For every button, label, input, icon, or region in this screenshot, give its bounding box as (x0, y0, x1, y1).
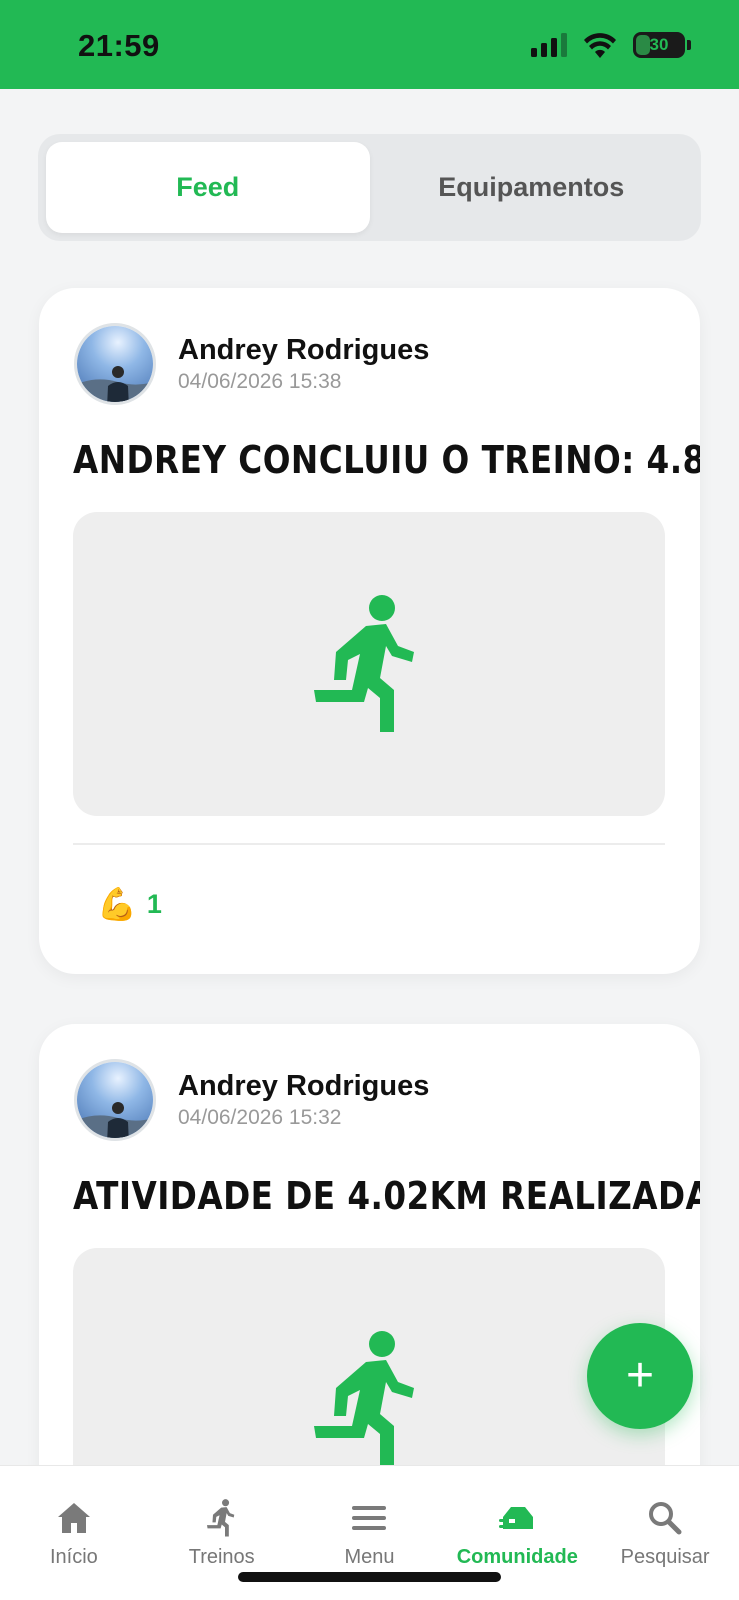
post-media[interactable] (73, 512, 665, 816)
signal-icon (531, 33, 567, 57)
nav-label: Pesquisar (620, 1546, 710, 1568)
wifi-icon (584, 33, 616, 58)
post-title: ATIVIDADE DE 4.02KM REALIZADA. (73, 1174, 700, 1218)
home-icon (57, 1503, 90, 1533)
running-person-icon (314, 1331, 414, 1468)
battery-indicator: 30 (633, 32, 691, 58)
post-date: 04/06/2026 15:32 (178, 1106, 342, 1129)
flexed-biceps-icon: 💪 (97, 886, 137, 922)
post-author-row: Andrey Rodrigues 04/06/2026 15:38 (74, 323, 429, 405)
home-indicator[interactable] (238, 1572, 501, 1582)
author-name[interactable]: Andrey Rodrigues (178, 1069, 429, 1103)
battery-nub (687, 40, 691, 50)
runner-icon (206, 1499, 234, 1537)
post-title: ANDREY CONCLUIU O TREINO: 4.89KM (73, 438, 700, 482)
search-icon (649, 1502, 682, 1535)
running-person-icon (314, 595, 414, 732)
author-name[interactable]: Andrey Rodrigues (178, 333, 429, 367)
post-card[interactable]: Andrey Rodrigues 04/06/2026 15:38 ANDREY… (39, 288, 700, 974)
menu-icon (352, 1506, 387, 1530)
battery-text: 30 (649, 35, 669, 54)
nav-item-inicio[interactable]: Início (0, 1466, 148, 1600)
post-date: 04/06/2026 15:38 (178, 370, 342, 393)
tab-feed[interactable]: Feed (46, 142, 370, 233)
nav-label: Início (49, 1546, 98, 1568)
post-divider (73, 843, 665, 845)
nav-label: Menu (344, 1546, 395, 1568)
nav-label: Treinos (188, 1546, 255, 1568)
avatar[interactable] (74, 1059, 156, 1141)
community-icon (499, 1507, 534, 1529)
battery-icon: 30 (633, 32, 685, 58)
status-time: 21:59 (78, 28, 160, 63)
avatar[interactable] (74, 323, 156, 405)
nav-item-pesquisar[interactable]: Pesquisar (591, 1466, 739, 1600)
battery-level (636, 35, 650, 55)
add-post-button[interactable]: + (587, 1323, 693, 1429)
feed-tabs: Feed Equipamentos (38, 134, 701, 241)
reaction-button[interactable]: 💪 1 (97, 888, 162, 920)
nav-label: Comunidade (456, 1546, 578, 1568)
plus-icon: + (625, 1349, 655, 1402)
status-icons: 30 (531, 32, 691, 58)
post-author-row: Andrey Rodrigues 04/06/2026 15:32 (74, 1059, 429, 1141)
tab-equipamentos[interactable]: Equipamentos (370, 142, 694, 233)
reaction-count: 1 (146, 888, 162, 919)
status-bar: 21:59 30 (0, 0, 739, 89)
